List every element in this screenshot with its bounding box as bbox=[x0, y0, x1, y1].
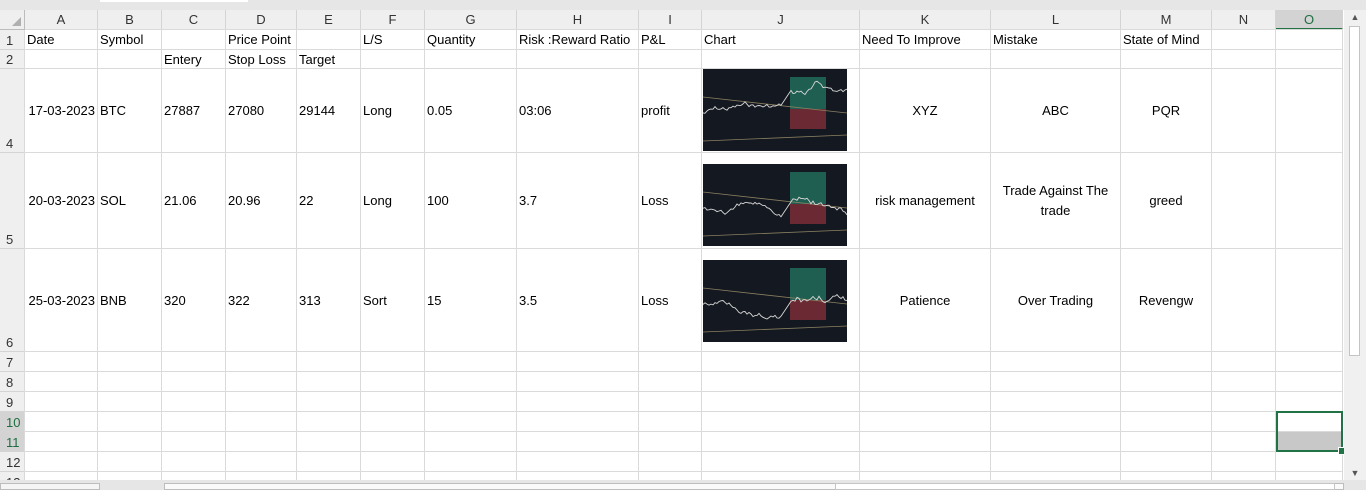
cell-h5-rr[interactable]: 3.7 bbox=[517, 153, 639, 249]
cell-b5-symbol[interactable]: SOL bbox=[98, 153, 162, 249]
loss-zone bbox=[790, 109, 826, 129]
sheet-tab[interactable] bbox=[0, 483, 100, 490]
cell-k6-improve[interactable]: Patience bbox=[860, 249, 991, 352]
cell-e5-target[interactable]: 22 bbox=[297, 153, 361, 249]
vertical-scroll-thumb[interactable] bbox=[1349, 26, 1360, 356]
spreadsheet-grid[interactable]: A B C D E F G H I J K L M N O 1 2 4 5 6 … bbox=[0, 10, 1366, 480]
chart-thumbnail-sol[interactable] bbox=[703, 164, 847, 246]
support-line bbox=[703, 229, 847, 237]
chart-thumbnail-bnb[interactable] bbox=[703, 260, 847, 342]
cell-a6-date[interactable]: 25-03-2023 bbox=[25, 249, 98, 352]
cell-b4-symbol[interactable]: BTC bbox=[98, 69, 162, 153]
cell-l1[interactable]: Mistake bbox=[991, 30, 1121, 50]
cell-g6-quantity[interactable]: 15 bbox=[425, 249, 517, 352]
cell-l4-mistake[interactable]: ABC bbox=[991, 69, 1121, 153]
sheet-tab-bar bbox=[0, 480, 1366, 490]
cell-i5-pnl[interactable]: Loss bbox=[639, 153, 702, 249]
cell-f6-ls[interactable]: Sort bbox=[361, 249, 425, 352]
cell-i4-pnl[interactable]: profit bbox=[639, 69, 702, 153]
cell-e2[interactable]: Target bbox=[297, 50, 361, 69]
cell-k4-improve[interactable]: XYZ bbox=[860, 69, 991, 153]
cell-d6-stop-loss[interactable]: 322 bbox=[226, 249, 297, 352]
cell-b1[interactable]: Symbol bbox=[98, 30, 162, 50]
cell-c6-entry[interactable]: 320 bbox=[162, 249, 226, 352]
support-line bbox=[703, 134, 847, 142]
cell-h1[interactable]: Risk :Reward Ratio bbox=[517, 30, 639, 50]
cell-m4-mind[interactable]: PQR bbox=[1121, 69, 1212, 153]
cell-i1[interactable]: P&L bbox=[639, 30, 702, 50]
cell-f4-ls[interactable]: Long bbox=[361, 69, 425, 153]
cell-k1[interactable]: Need To Improve bbox=[860, 30, 991, 50]
cell-a1[interactable]: Date bbox=[25, 30, 98, 50]
loss-zone bbox=[790, 204, 826, 224]
cell-k5-improve[interactable]: risk management bbox=[860, 153, 991, 249]
horizontal-scroll-thumb[interactable] bbox=[835, 483, 1335, 490]
cell-i6-pnl[interactable]: Loss bbox=[639, 249, 702, 352]
cell-h6-rr[interactable]: 3.5 bbox=[517, 249, 639, 352]
scroll-down-arrow-icon[interactable]: ▼ bbox=[1344, 466, 1366, 480]
cell-b6-symbol[interactable]: BNB bbox=[98, 249, 162, 352]
support-line bbox=[703, 325, 847, 333]
cell-h4-rr[interactable]: 03:06 bbox=[517, 69, 639, 153]
tab-edge bbox=[100, 0, 248, 2]
cell-j1[interactable]: Chart bbox=[702, 30, 860, 50]
cell-a4-date[interactable]: 17-03-2023 bbox=[25, 69, 98, 153]
cell-g4-quantity[interactable]: 0.05 bbox=[425, 69, 517, 153]
cell-c5-entry[interactable]: 21.06 bbox=[162, 153, 226, 249]
selected-cell-o11[interactable] bbox=[1278, 432, 1341, 450]
cell-m6-mind[interactable]: Revengw bbox=[1121, 249, 1212, 352]
cell-c2[interactable]: Entery bbox=[162, 50, 226, 69]
cell-d2[interactable]: Stop Loss bbox=[226, 50, 297, 69]
cell-m1[interactable]: State of Mind bbox=[1121, 30, 1212, 50]
cell-d4-stop-loss[interactable]: 27080 bbox=[226, 69, 297, 153]
cell-d1[interactable]: Price Point bbox=[226, 30, 361, 50]
cell-f5-ls[interactable]: Long bbox=[361, 153, 425, 249]
selected-range-o10-o11[interactable] bbox=[1276, 411, 1346, 455]
ribbon-strip bbox=[0, 0, 1366, 10]
profit-zone bbox=[790, 268, 826, 300]
cell-g1[interactable]: Quantity bbox=[425, 30, 517, 50]
scroll-up-arrow-icon[interactable]: ▲ bbox=[1344, 10, 1366, 24]
cell-l5-mistake[interactable]: Trade Against The trade bbox=[991, 153, 1121, 249]
cell-f1[interactable]: L/S bbox=[361, 30, 425, 50]
loss-zone bbox=[790, 300, 826, 320]
cell-e6-target[interactable]: 313 bbox=[297, 249, 361, 352]
cell-c4-entry[interactable]: 27887 bbox=[162, 69, 226, 153]
cell-l6-mistake[interactable]: Over Trading bbox=[991, 249, 1121, 352]
cell-e4-target[interactable]: 29144 bbox=[297, 69, 361, 153]
cell-d5-stop-loss[interactable]: 20.96 bbox=[226, 153, 297, 249]
cell-a5-date[interactable]: 20-03-2023 bbox=[25, 153, 98, 249]
cell-g5-quantity[interactable]: 100 bbox=[425, 153, 517, 249]
chart-thumbnail-btc[interactable] bbox=[703, 69, 847, 151]
cell-m5-mind[interactable]: greed bbox=[1121, 153, 1212, 249]
vertical-scrollbar[interactable]: ▲ ▼ bbox=[1344, 10, 1366, 480]
